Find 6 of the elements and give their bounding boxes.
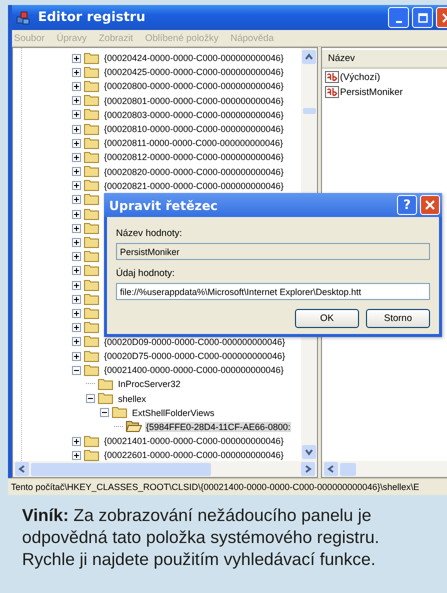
window-title: Editor registru	[38, 10, 146, 25]
status-bar: Tento počítač\HKEY_CLASSES_ROOT\CLSID\{00021400-0000-0000-C000-000000000046}\shellex\E	[8, 478, 447, 495]
field-label: Údaj hodnoty:	[116, 268, 176, 279]
field-label: Název hodnoty:	[116, 228, 184, 239]
caption-text: Viník: Za zobrazování nežádoucího panelu je odpovědná tato položka systémového registru. Rychle ji najdete použitím vyhledávací funkce.	[22, 504, 380, 570]
dialog-title: Upravit řetězec	[109, 198, 218, 212]
